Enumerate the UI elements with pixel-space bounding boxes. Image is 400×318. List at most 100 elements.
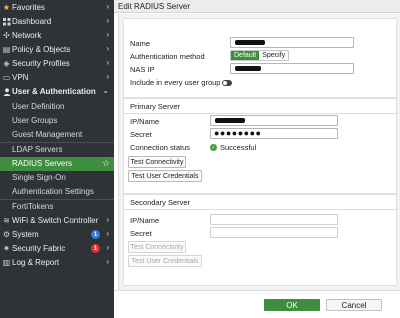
- secret-mask: ●●●●●●●●: [214, 128, 262, 138]
- edit-form: Name Authentication method Default Speci…: [118, 14, 400, 290]
- sidebar-item-wifi-switch-controller[interactable]: ≋ WiFi & Switch Controller ›: [0, 214, 114, 228]
- auth-method-label: Authentication method: [130, 52, 205, 61]
- page-title: Edit RADIUS Server: [118, 2, 191, 11]
- wifi-icon: ≋: [3, 216, 10, 225]
- include-every-group-toggle[interactable]: [222, 80, 232, 86]
- sidebar-item-label: User & Authentication: [12, 87, 96, 96]
- nas-ip-input[interactable]: [230, 63, 354, 74]
- nas-ip-label: NAS IP: [130, 65, 155, 74]
- chevron-right-icon: ›: [106, 2, 109, 11]
- sidebar-subitem-label: FortiTokens: [12, 202, 54, 211]
- sidebar-subitem-label: Guest Management: [12, 130, 83, 139]
- primary-secret-label: Secret: [130, 130, 152, 139]
- sidebar-subitem-label: User Definition: [12, 102, 65, 111]
- sidebar-item-network[interactable]: ✣ Network ›: [0, 29, 114, 43]
- secondary-secret-input[interactable]: [210, 227, 338, 238]
- secondary-ip-input[interactable]: [210, 214, 338, 225]
- name-label: Name: [130, 39, 151, 48]
- shield-icon: ◈: [3, 59, 10, 68]
- dashboard-icon: [2, 17, 11, 26]
- general-settings-card: Name Authentication method Default Speci…: [123, 18, 397, 98]
- sidebar-item-security-fabric[interactable]: ✷ Security Fabric 1 ›: [0, 242, 114, 256]
- sidebar-subitem-label: Single Sign-On: [12, 173, 66, 182]
- primary-secret-input[interactable]: ●●●●●●●●: [210, 128, 338, 139]
- sidebar-subitem-fortitokens[interactable]: FortiTokens: [0, 200, 114, 214]
- sidebar-item-system[interactable]: ⚙ System 1 ›: [0, 228, 114, 242]
- divider: [124, 113, 398, 114]
- chevron-right-icon: ›: [106, 58, 109, 67]
- sidebar-item-label: VPN: [12, 73, 29, 82]
- check-circle-icon: ✓: [210, 144, 217, 151]
- sidebar-subitem-label: Authentication Settings: [12, 187, 94, 196]
- monitor-icon: ▭: [2, 73, 11, 82]
- primary-test-credentials-button[interactable]: Test User Credentials: [128, 170, 202, 182]
- sidebar-item-label: Security Fabric: [12, 244, 66, 253]
- name-input[interactable]: [230, 37, 354, 48]
- sidebar-item-favorites[interactable]: ★ Favorites ›: [0, 1, 114, 15]
- report-icon: ▥: [2, 258, 11, 267]
- chevron-right-icon: ›: [106, 229, 109, 238]
- chevron-down-icon: ⌄: [102, 86, 109, 95]
- secondary-test-connectivity-button[interactable]: Test Connectivity: [128, 241, 186, 253]
- star-icon: ★: [2, 3, 11, 12]
- user-icon: [2, 87, 11, 96]
- dialog-footer: OK Cancel: [114, 290, 400, 318]
- primary-ip-input[interactable]: [210, 115, 338, 126]
- sidebar-subitem-single-sign-on[interactable]: Single Sign-On: [0, 171, 114, 185]
- network-icon: ✣: [3, 31, 10, 40]
- sidebar: ★ Favorites › Dashboard › ✣ Network › ▤ …: [0, 0, 114, 318]
- sidebar-item-vpn[interactable]: ▭ VPN ›: [0, 71, 114, 85]
- sidebar-item-label: Dashboard: [12, 17, 52, 26]
- secondary-server-title: Secondary Server: [130, 198, 191, 207]
- chevron-right-icon: ›: [106, 16, 109, 25]
- main-panel: Edit RADIUS Server Name Authentication m…: [114, 0, 400, 318]
- secondary-server-card: Secondary Server IP/Name Secret Test Con…: [123, 194, 398, 286]
- primary-server-card: Primary Server IP/Name Secret ●●●●●●●● C…: [123, 98, 398, 194]
- notification-badge: 1: [91, 230, 100, 239]
- sidebar-item-label: Favorites: [12, 3, 45, 12]
- policy-icon: ▤: [2, 45, 11, 54]
- chevron-right-icon: ›: [106, 257, 109, 266]
- sidebar-item-policy-objects[interactable]: ▤ Policy & Objects ›: [0, 43, 114, 57]
- sidebar-subitem-label: LDAP Servers: [12, 145, 63, 154]
- sidebar-item-security-profiles[interactable]: ◈ Security Profiles ›: [0, 57, 114, 71]
- secondary-ip-label: IP/Name: [130, 216, 160, 225]
- ok-button[interactable]: OK: [264, 299, 320, 311]
- sidebar-subitem-authentication-settings[interactable]: Authentication Settings: [0, 185, 114, 199]
- sidebar-item-label: System: [12, 230, 39, 239]
- chevron-right-icon: ›: [106, 44, 109, 53]
- primary-server-title: Primary Server: [130, 102, 181, 111]
- sidebar-item-dashboard[interactable]: Dashboard ›: [0, 15, 114, 29]
- connection-status-label: Connection status: [130, 143, 191, 152]
- primary-ip-label: IP/Name: [130, 117, 160, 126]
- chevron-right-icon: ›: [106, 72, 109, 81]
- chevron-right-icon: ›: [106, 30, 109, 39]
- sidebar-item-label: Log & Report: [12, 258, 60, 267]
- sidebar-subitem-label: User Groups: [12, 116, 58, 125]
- chevron-right-icon: ›: [106, 215, 109, 224]
- sidebar-item-log-report[interactable]: ▥ Log & Report ›: [0, 256, 114, 270]
- fabric-icon: ✷: [3, 244, 10, 253]
- connection-status: ✓ Successful: [210, 143, 256, 152]
- sidebar-subitem-user-groups[interactable]: User Groups: [0, 114, 114, 128]
- cancel-button[interactable]: Cancel: [326, 299, 382, 311]
- auth-method-default-option[interactable]: Default: [231, 51, 260, 60]
- auth-method-specify-option[interactable]: Specify: [259, 51, 289, 60]
- sidebar-subitem-user-definition[interactable]: User Definition: [0, 100, 114, 114]
- sidebar-item-label: Security Profiles: [12, 59, 70, 68]
- sidebar-item-user-authentication[interactable]: User & Authentication ⌄: [0, 85, 114, 99]
- redacted-value: [235, 66, 261, 71]
- auth-method-toggle: Default Specify: [230, 50, 290, 61]
- sidebar-item-label: Policy & Objects: [12, 45, 71, 54]
- sidebar-subitem-guest-management[interactable]: Guest Management: [0, 128, 114, 142]
- sidebar-subitem-ldap-servers[interactable]: LDAP Servers: [0, 143, 114, 157]
- secondary-test-credentials-button[interactable]: Test User Credentials: [128, 255, 202, 267]
- divider: [124, 209, 398, 210]
- sidebar-subitem-radius-servers[interactable]: RADIUS Servers ☆: [0, 157, 114, 171]
- redacted-value: [215, 118, 245, 123]
- favorite-star-icon[interactable]: ☆: [102, 158, 110, 169]
- primary-test-connectivity-button[interactable]: Test Connectivity: [128, 156, 186, 168]
- sidebar-subitem-label: RADIUS Servers: [12, 159, 73, 168]
- redacted-value: [235, 40, 265, 45]
- notification-badge: 1: [91, 244, 100, 253]
